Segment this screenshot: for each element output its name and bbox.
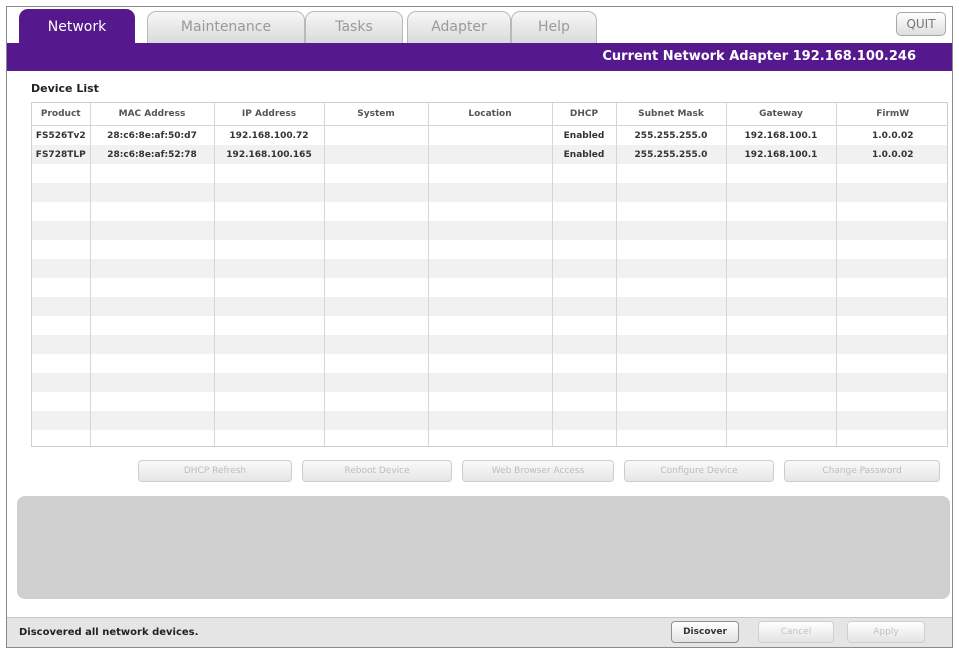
quit-button[interactable]: QUIT	[896, 12, 946, 36]
cell-firmware: 1.0.0.02	[836, 125, 947, 145]
cell-system	[324, 125, 429, 145]
empty-row	[32, 316, 947, 335]
reboot-device-button[interactable]: Reboot Device	[302, 460, 452, 482]
apply-button[interactable]: Apply	[847, 621, 925, 643]
adapter-bar: Current Network Adapter 192.168.100.246	[7, 43, 952, 71]
empty-row	[32, 278, 947, 297]
column-header-dhcp[interactable]: DHCP	[552, 103, 617, 126]
empty-row	[32, 221, 947, 240]
tab-adapter[interactable]: Adapter	[407, 11, 511, 43]
discover-button[interactable]: Discover	[671, 621, 739, 643]
tab-maintenance[interactable]: Maintenance	[147, 11, 305, 43]
table-row[interactable]: FS728TLP 28:c6:8e:af:52:78 192.168.100.1…	[32, 145, 947, 164]
cell-product: FS728TLP	[32, 145, 91, 164]
empty-row	[32, 335, 947, 354]
empty-row	[32, 373, 947, 392]
empty-row	[32, 392, 947, 411]
dhcp-refresh-button[interactable]: DHCP Refresh	[138, 460, 292, 482]
cancel-button[interactable]: Cancel	[758, 621, 834, 643]
empty-row	[32, 430, 947, 446]
status-message: Discovered all network devices.	[19, 627, 199, 638]
tab-help[interactable]: Help	[511, 11, 597, 43]
device-list-title: Device List	[31, 82, 99, 95]
change-password-button[interactable]: Change Password	[784, 460, 940, 482]
tab-strip: Network Maintenance Tasks Adapter Help Q…	[7, 7, 952, 43]
empty-row	[32, 354, 947, 373]
cell-subnet-mask: 255.255.255.0	[616, 145, 727, 164]
cell-gateway: 192.168.100.1	[726, 125, 837, 145]
column-header-gateway[interactable]: Gateway	[726, 103, 837, 126]
column-header-firmware[interactable]: FirmW	[836, 103, 947, 126]
cell-subnet-mask: 255.255.255.0	[616, 125, 727, 145]
cell-product: FS526Tv2	[32, 125, 91, 145]
cell-system	[324, 145, 429, 164]
column-header-location[interactable]: Location	[428, 103, 553, 126]
table-row[interactable]: FS526Tv2 28:c6:8e:af:50:d7 192.168.100.7…	[32, 125, 947, 145]
web-browser-access-button[interactable]: Web Browser Access	[462, 460, 614, 482]
table-header-row: Product MAC Address IP Address System Lo…	[32, 103, 947, 126]
empty-row	[32, 164, 947, 183]
empty-row	[32, 411, 947, 430]
cell-mac-address: 28:c6:8e:af:50:d7	[90, 125, 215, 145]
cell-location	[428, 145, 553, 164]
cell-mac-address: 28:c6:8e:af:52:78	[90, 145, 215, 164]
empty-row	[32, 259, 947, 278]
empty-row	[32, 297, 947, 316]
empty-row	[32, 183, 947, 202]
empty-row	[32, 202, 947, 221]
current-adapter-label: Current Network Adapter 192.168.100.246	[602, 49, 916, 64]
column-header-product[interactable]: Product	[32, 103, 91, 126]
cell-firmware: 1.0.0.02	[836, 145, 947, 164]
cell-location	[428, 125, 553, 145]
cell-gateway: 192.168.100.1	[726, 145, 837, 164]
column-header-subnet-mask[interactable]: Subnet Mask	[616, 103, 727, 126]
cell-dhcp: Enabled	[552, 145, 617, 164]
configure-device-button[interactable]: Configure Device	[624, 460, 774, 482]
status-bar: Discovered all network devices. Discover…	[7, 617, 952, 647]
column-header-system[interactable]: System	[324, 103, 429, 126]
tab-network[interactable]: Network	[19, 9, 135, 43]
column-header-ip-address[interactable]: IP Address	[214, 103, 325, 126]
app-window: Network Maintenance Tasks Adapter Help Q…	[6, 6, 953, 648]
cell-ip-address: 192.168.100.165	[214, 145, 325, 164]
empty-row	[32, 240, 947, 259]
message-panel	[17, 496, 950, 599]
table-body: FS526Tv2 28:c6:8e:af:50:d7 192.168.100.7…	[32, 125, 947, 446]
cell-dhcp: Enabled	[552, 125, 617, 145]
column-header-mac-address[interactable]: MAC Address	[90, 103, 215, 126]
device-table: Product MAC Address IP Address System Lo…	[31, 102, 948, 447]
tab-tasks[interactable]: Tasks	[305, 11, 403, 43]
cell-ip-address: 192.168.100.72	[214, 125, 325, 145]
